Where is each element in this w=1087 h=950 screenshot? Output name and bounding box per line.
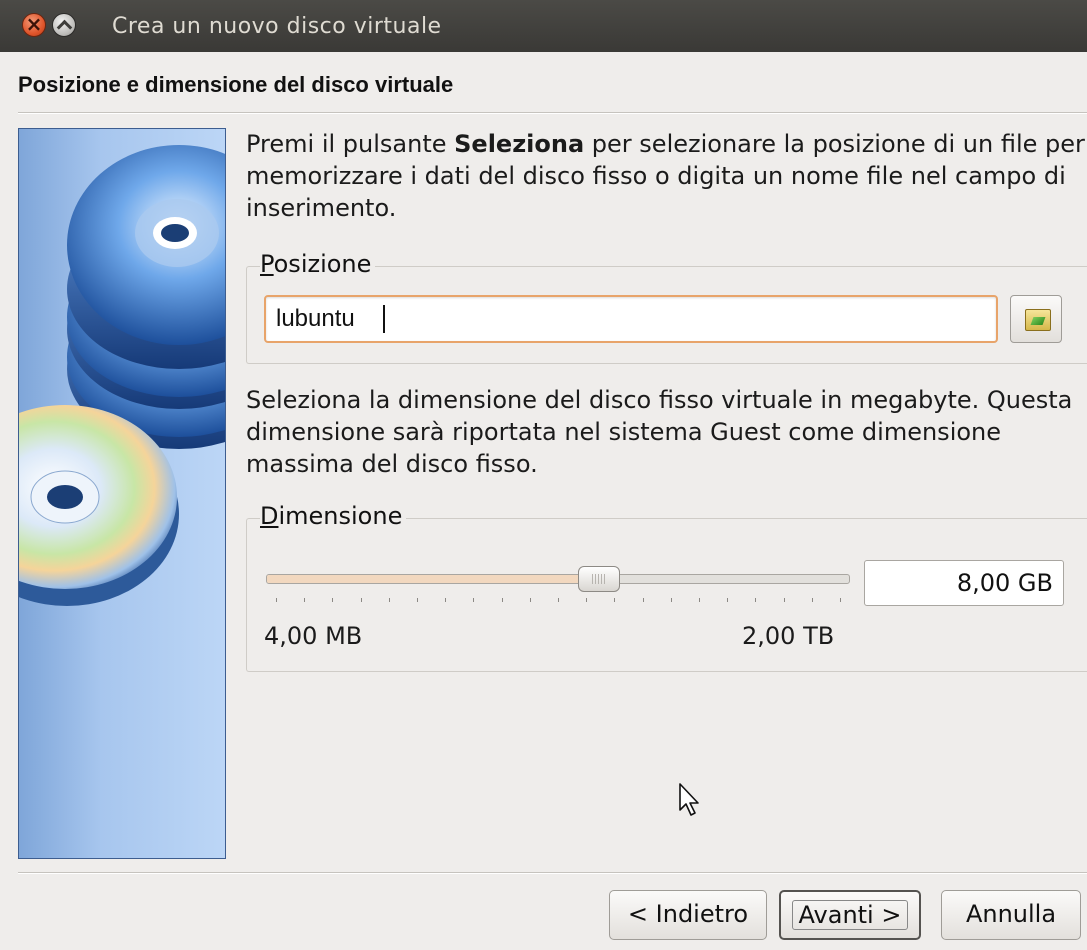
slider-tick	[840, 598, 841, 602]
slider-tick	[727, 598, 728, 602]
next-button[interactable]: Avanti >	[779, 890, 921, 940]
slider-tick	[586, 598, 587, 602]
slider-tick	[812, 598, 813, 602]
location-group-label: Posizione	[260, 250, 376, 278]
minimize-icon[interactable]	[52, 13, 76, 37]
slider-tick	[558, 598, 559, 602]
intro-text-bold: Seleziona	[454, 130, 585, 158]
slider-tick	[389, 598, 390, 602]
slider-tick	[502, 598, 503, 602]
size-input-value: 8,00 GB	[956, 569, 1053, 597]
window-title: Crea un nuovo disco virtuale	[112, 14, 442, 39]
intro-text-pre: Premi il pulsante	[246, 130, 455, 158]
bottom-separator	[18, 872, 1087, 874]
cancel-button[interactable]: Annulla	[941, 890, 1081, 940]
location-instructions: Premi il pulsante Seleziona per selezion…	[246, 128, 1086, 224]
size-slider-fill	[267, 575, 599, 583]
size-slider-ticks	[266, 598, 850, 604]
slider-tick	[304, 598, 305, 602]
slider-tick	[699, 598, 700, 602]
size-input[interactable]: 8,00 GB	[864, 560, 1064, 606]
location-input-value: lubuntu	[276, 305, 355, 332]
text-caret	[383, 305, 385, 333]
dialog-window: Crea un nuovo disco virtuale Posizione e…	[0, 0, 1087, 950]
mouse-pointer-icon	[679, 783, 699, 816]
next-button-label: Avanti >	[791, 900, 909, 930]
slider-tick	[445, 598, 446, 602]
disks-icon	[19, 145, 225, 606]
title-bar[interactable]: Crea un nuovo disco virtuale	[0, 0, 1087, 52]
min-size-label: 4,00 MB	[264, 622, 363, 650]
slider-tick	[530, 598, 531, 602]
slider-tick	[417, 598, 418, 602]
top-separator	[18, 112, 1087, 114]
close-icon[interactable]	[22, 12, 46, 37]
slider-tick	[784, 598, 785, 602]
slider-tick	[643, 598, 644, 602]
max-size-label: 2,00 TB	[742, 622, 835, 650]
size-slider-handle[interactable]	[578, 566, 620, 592]
slider-tick	[276, 598, 277, 602]
size-group-label: Dimensione	[260, 502, 407, 530]
folder-icon	[1025, 309, 1051, 331]
back-button[interactable]: < Indietro	[609, 890, 767, 940]
slider-tick	[332, 598, 333, 602]
browse-button[interactable]	[1010, 295, 1062, 343]
slider-tick	[614, 598, 615, 602]
location-input[interactable]: lubuntu	[264, 295, 998, 343]
slider-tick	[361, 598, 362, 602]
size-instructions: Seleziona la dimensione del disco fisso …	[246, 386, 1073, 478]
slider-tick	[671, 598, 672, 602]
size-slider-track[interactable]	[266, 574, 850, 584]
slider-tick	[755, 598, 756, 602]
page-heading: Posizione e dimensione del disco virtual…	[18, 72, 454, 97]
disk-stack-illustration	[18, 128, 226, 859]
slider-tick	[473, 598, 474, 602]
